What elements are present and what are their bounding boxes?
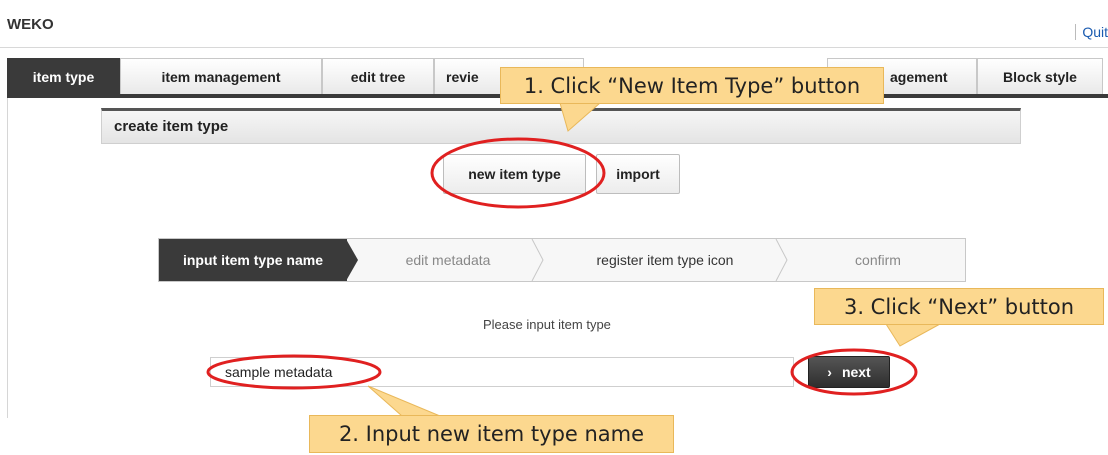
tab-block-style[interactable]: Block style xyxy=(977,58,1103,94)
chevron-right-icon: › xyxy=(827,364,832,380)
section-header: create item type xyxy=(101,108,1021,144)
wizard-steps: input item type name edit metadata regis… xyxy=(158,238,966,282)
content-left-border xyxy=(7,98,8,418)
callout-pointer-2 xyxy=(367,385,441,417)
step-separator-icon xyxy=(346,239,358,281)
next-button-label: next xyxy=(841,364,871,380)
top-header: WEKO Quit xyxy=(0,0,1108,48)
quit-link[interactable]: Quit xyxy=(1075,24,1108,40)
step-confirm: confirm xyxy=(855,252,901,268)
new-item-type-button[interactable]: new item type xyxy=(443,154,586,194)
step-separator-icon xyxy=(531,239,544,281)
section-title: create item type xyxy=(114,118,229,135)
input-prompt-label: Please input item type xyxy=(483,317,611,332)
app-title: WEKO xyxy=(7,16,54,33)
tab-item-type[interactable]: item type xyxy=(7,58,120,94)
step-input-item-type-name: input item type name xyxy=(159,239,347,281)
next-button[interactable]: › next xyxy=(808,356,890,388)
item-type-name-input[interactable] xyxy=(210,357,794,387)
callout-step-1: 1. Click “New Item Type” button xyxy=(500,67,884,104)
callout-step-2: 2. Input new item type name xyxy=(309,415,674,453)
callout-step-3: 3. Click “Next” button xyxy=(814,288,1104,325)
tab-item-management[interactable]: item management xyxy=(120,58,322,94)
step-separator-icon xyxy=(775,239,788,281)
step-edit-metadata: edit metadata xyxy=(405,252,491,268)
callout-pointer-3 xyxy=(885,323,941,347)
import-button[interactable]: import xyxy=(596,154,680,194)
step-register-item-type-icon: register item type icon xyxy=(596,252,734,268)
tab-edit-tree[interactable]: edit tree xyxy=(322,58,434,94)
